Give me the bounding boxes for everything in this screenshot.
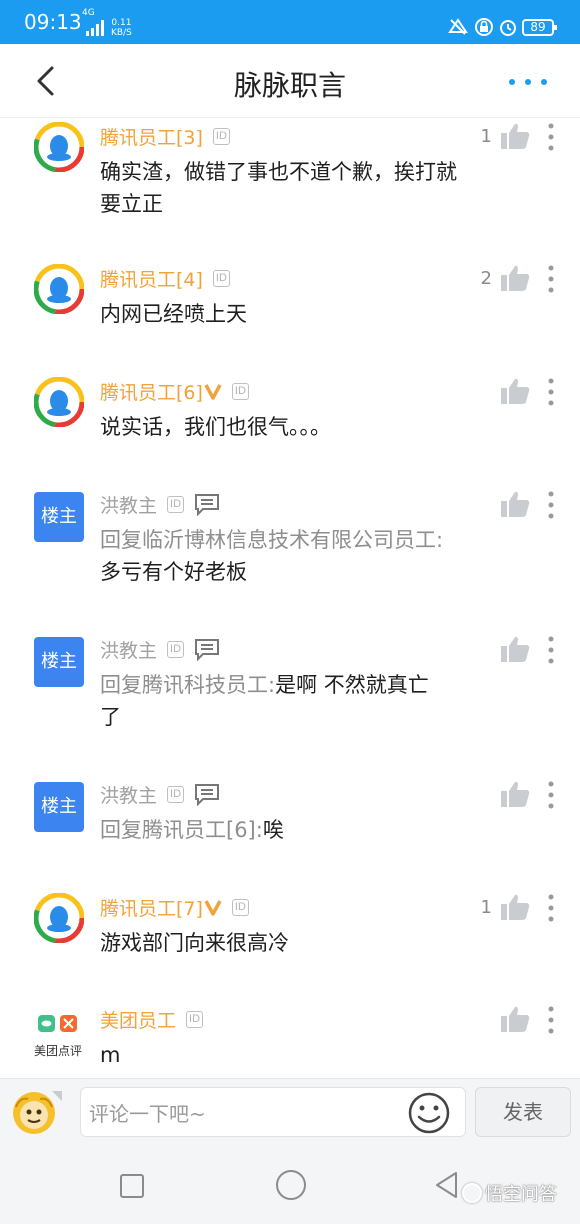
comment-header: 美团员工 ID: [100, 1005, 204, 1033]
landlord-avatar: 楼主: [34, 782, 84, 832]
author-name[interactable]: 腾讯员工[3]: [100, 123, 203, 150]
comment-text: m: [100, 1043, 121, 1067]
comment-header: 腾讯员工[6] ID: [100, 377, 249, 405]
kebab-menu-icon[interactable]: [546, 377, 556, 407]
speed-value: 0.11: [111, 18, 132, 28]
comment-text: 游戏部门向来很高冷: [100, 931, 289, 955]
comment-text: 回复腾讯员工[6]:唉: [100, 814, 460, 846]
tencent-logo-avatar: [34, 264, 84, 314]
comment-input[interactable]: 评论一下吧~: [80, 1087, 466, 1137]
author-name[interactable]: 腾讯员工[7]: [100, 894, 203, 921]
kebab-menu-icon[interactable]: [546, 893, 556, 923]
avatar-caption: 美团点评: [33, 1044, 82, 1058]
verified-v-icon: [204, 384, 222, 400]
thumbs-up-icon[interactable]: [500, 780, 530, 808]
thumbs-up-icon[interactable]: [500, 490, 530, 518]
author-name[interactable]: 腾讯员工[4]: [100, 265, 203, 292]
author-name[interactable]: 腾讯员工[6]: [100, 378, 203, 405]
landlord-avatar: 楼主: [34, 637, 84, 687]
system-nav-bar: 悟空问答: [0, 1146, 580, 1224]
network-type: 4G: [82, 8, 95, 18]
user-avatar[interactable]: [12, 1091, 56, 1135]
id-badge[interactable]: ID: [231, 898, 249, 916]
like-count: 2: [480, 268, 492, 289]
thumbs-up-icon[interactable]: [500, 1005, 530, 1033]
reply-prefix: 回复腾讯员工[6]:: [100, 818, 263, 842]
reply-body: 唉: [262, 818, 284, 842]
meituan-app-icons: [38, 1015, 77, 1032]
more-dots-icon[interactable]: [506, 72, 550, 92]
lock-icon: [475, 18, 493, 36]
comment-text: 回复腾讯科技员工:是啊 不然就真亡了: [100, 669, 445, 733]
kebab-menu-icon[interactable]: [546, 780, 556, 810]
input-placeholder: 评论一下吧~: [89, 1102, 206, 1126]
kebab-menu-icon[interactable]: [546, 635, 556, 665]
app-header: 脉脉职言: [0, 44, 580, 118]
comment-text: 回复临沂博林信息技术有限公司员工: 多亏有个好老板: [100, 524, 460, 588]
id-badge[interactable]: ID: [186, 1010, 204, 1028]
comment-header: 腾讯员工[7] ID: [100, 893, 249, 921]
like-count: 1: [480, 897, 492, 918]
network-speed: 0.11 KB/S: [111, 18, 132, 38]
home-button[interactable]: [276, 1170, 306, 1200]
tencent-logo-avatar: [34, 122, 84, 172]
reply-prefix: 回复临沂博林信息技术有限公司员工:: [100, 528, 444, 552]
landlord-avatar: 楼主: [34, 492, 84, 542]
battery-indicator: 89: [522, 19, 557, 36]
id-badge[interactable]: ID: [212, 127, 230, 145]
comment-header: 腾讯员工[3] ID: [100, 122, 230, 150]
id-badge[interactable]: ID: [212, 269, 230, 287]
comment-header: 洪教主 ID: [100, 635, 220, 663]
comment-text: 确实渣，做错了事也不道个歉，挨打就要立正: [100, 160, 457, 216]
corner-tag-icon: [52, 1091, 62, 1101]
recents-button[interactable]: [120, 1174, 144, 1198]
send-button[interactable]: 发表: [475, 1087, 571, 1137]
like-count: 1: [480, 126, 492, 147]
id-badge[interactable]: ID: [167, 495, 185, 513]
thumbs-up-icon[interactable]: [500, 893, 530, 921]
id-badge[interactable]: ID: [167, 640, 185, 658]
kebab-menu-icon[interactable]: [546, 264, 556, 294]
kebab-menu-icon[interactable]: [546, 122, 556, 152]
signal-icon: [86, 20, 106, 36]
author-name[interactable]: 洪教主: [100, 636, 157, 663]
comment-text: 说实话，我们也很气。。。: [100, 415, 331, 439]
alarm-icon: [500, 20, 516, 36]
comment-header: 洪教主 ID: [100, 490, 220, 518]
speed-unit: KB/S: [111, 28, 132, 38]
id-badge[interactable]: ID: [167, 785, 185, 803]
tencent-logo-avatar: [34, 377, 84, 427]
meituan-logo-avatar: 美团点评: [28, 1013, 88, 1063]
smiley-icon[interactable]: [407, 1091, 451, 1135]
chat-bubble-icon[interactable]: [194, 637, 220, 661]
comment-header: 腾讯员工[4] ID: [100, 264, 230, 292]
author-name[interactable]: 洪教主: [100, 491, 157, 518]
thumbs-up-icon[interactable]: [500, 122, 530, 150]
comment-input-bar: 评论一下吧~ 发表: [0, 1078, 580, 1146]
kebab-menu-icon[interactable]: [546, 490, 556, 520]
wifi-off-icon: [448, 18, 468, 35]
status-bar: 09:13 4G 0.11 KB/S 89: [0, 0, 580, 44]
verified-v-icon: [204, 900, 222, 916]
kebab-menu-icon[interactable]: [546, 1005, 556, 1035]
wukong-logo-icon: [462, 1183, 482, 1203]
thumbs-up-icon[interactable]: [500, 377, 530, 405]
tencent-logo-avatar: [34, 893, 84, 943]
comment-header: 洪教主 ID: [100, 780, 220, 808]
page-title: 脉脉职言: [233, 69, 346, 102]
reply-body: 多亏有个好老板: [100, 560, 247, 584]
watermark: 悟空问答: [462, 1180, 557, 1206]
reply-prefix: 回复腾讯科技员工:: [100, 673, 276, 697]
comment-text: 内网已经喷上天: [100, 302, 247, 326]
author-name[interactable]: 美团员工: [100, 1006, 176, 1033]
chat-bubble-icon[interactable]: [194, 492, 220, 516]
thumbs-up-icon[interactable]: [500, 635, 530, 663]
chat-bubble-icon[interactable]: [194, 782, 220, 806]
watermark-text: 悟空问答: [485, 1184, 557, 1205]
author-name[interactable]: 洪教主: [100, 781, 157, 808]
nav-back-icon[interactable]: [432, 1170, 462, 1200]
status-time: 09:13: [24, 10, 82, 34]
id-badge[interactable]: ID: [231, 382, 249, 400]
thumbs-up-icon[interactable]: [500, 264, 530, 292]
